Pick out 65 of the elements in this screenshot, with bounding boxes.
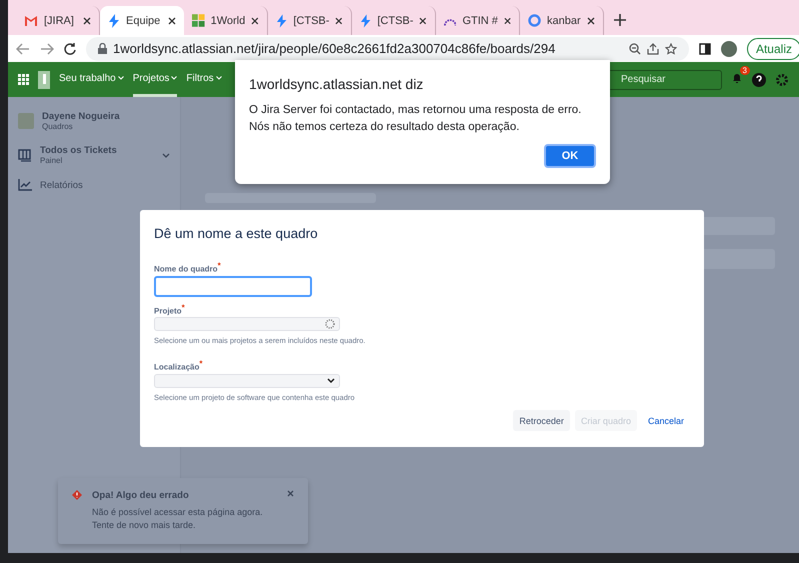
logo-icon[interactable]	[38, 70, 50, 88]
address-bar[interactable]: 1worldsync.atlassian.net/jira/people/60e8c2661fd2a300704c86fe/boards/294	[86, 36, 689, 60]
lock-icon	[98, 43, 107, 54]
tab-title: GTIN #	[462, 14, 498, 26]
sidebar-subtitle: Quadros	[42, 122, 74, 131]
sidebar-icon[interactable]	[698, 42, 711, 54]
close-icon[interactable]	[504, 16, 511, 24]
tab-title: Equipe	[126, 14, 162, 26]
url-text: 1worldsync.atlassian.net/jira/people/60e8c2661fd2a300704c86fe/boards/294	[113, 41, 556, 56]
close-icon[interactable]	[587, 16, 595, 24]
tab-title: kanbar	[547, 14, 581, 26]
spinner-icon	[325, 319, 335, 330]
toast-title: Opa! Algo deu errado	[92, 490, 190, 501]
reload-icon[interactable]	[64, 42, 76, 54]
chart-icon	[18, 179, 32, 191]
close-icon[interactable]	[83, 16, 91, 24]
close-icon[interactable]	[335, 16, 343, 24]
avatar-icon	[18, 113, 34, 129]
select-field[interactable]	[154, 317, 340, 332]
alert-message: O Jira Server foi contactado, mas retornou uma resposta de erro. Nós não temos certeza do resultado desta operação.	[249, 103, 582, 135]
close-icon[interactable]	[419, 16, 427, 24]
add-icon[interactable]	[614, 14, 626, 26]
star-icon[interactable]	[664, 42, 677, 54]
caret-icon	[216, 76, 222, 80]
app-grid-icon[interactable]	[18, 74, 29, 85]
nav-menu-item[interactable]: Filtros	[186, 62, 222, 97]
warning-icon	[72, 490, 82, 500]
chevron-icon	[327, 378, 335, 384]
share-icon[interactable]	[646, 42, 659, 54]
notification-badge: 3	[740, 66, 750, 75]
board-icon	[18, 148, 32, 162]
zoom-icon[interactable]	[628, 42, 641, 54]
tab-title: 1World	[210, 14, 246, 26]
profile-avatar[interactable]	[720, 40, 737, 56]
close-icon[interactable]	[168, 16, 176, 24]
help-icon[interactable]	[752, 72, 766, 86]
tab-title: [JIRA]	[44, 14, 75, 26]
select-field[interactable]	[154, 374, 340, 388]
dialog-button[interactable]: Retroceder	[513, 410, 570, 431]
lightning-icon	[276, 14, 288, 28]
ok-button[interactable]: OK	[544, 144, 596, 168]
tab-title: [CTSB-	[377, 14, 414, 26]
settings-icon[interactable]	[775, 72, 789, 86]
cancel-link[interactable]: Cancelar	[642, 410, 690, 431]
forward-icon[interactable]	[40, 42, 54, 54]
caret-icon	[118, 76, 124, 80]
sidebar-subtitle: Painel	[40, 156, 64, 165]
caret-icon	[171, 76, 178, 80]
toast-message: Não é possível acessar esta página agora. Tente de novo mais tarde.	[92, 506, 264, 532]
google-icon	[528, 14, 541, 27]
grid-icon	[192, 14, 205, 27]
mail-icon	[24, 15, 38, 26]
close-icon[interactable]	[251, 16, 259, 24]
lightning-icon	[108, 14, 120, 28]
chevron-icon[interactable]	[162, 152, 170, 158]
input-field[interactable]	[154, 276, 312, 297]
tab-title: [CTSB-	[293, 14, 330, 26]
back-icon[interactable]	[16, 42, 30, 54]
modal-title: Dê um nome a este quadro	[154, 226, 319, 241]
bell-icon[interactable]	[731, 72, 743, 84]
update-button[interactable]: Atualiz	[746, 38, 799, 60]
alert-title: 1worldsync.atlassian.net diz	[249, 76, 424, 92]
nav-menu-item[interactable]: Seu trabalho	[59, 62, 124, 97]
lightning-icon	[360, 14, 372, 28]
browser-tab[interactable]: Equipe	[100, 6, 184, 35]
